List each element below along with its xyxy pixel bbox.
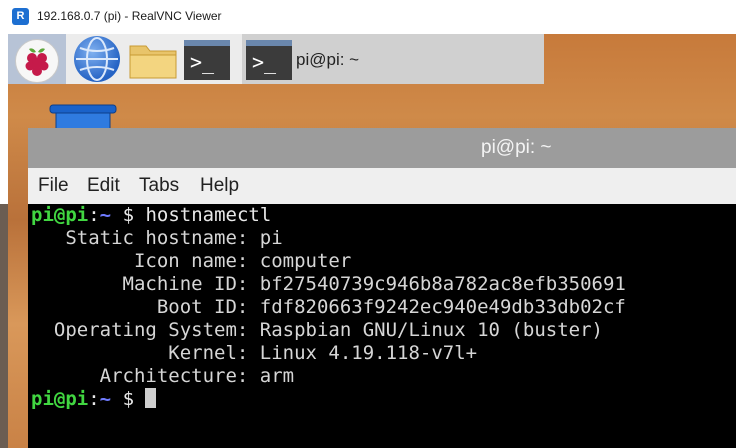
output-line: Static hostname: pi (31, 227, 283, 249)
realvnc-icon: R (12, 8, 29, 25)
applications-menu-button[interactable] (8, 34, 66, 84)
output-line: Boot ID: fdf820663f9242ec940e49db33db02c… (31, 296, 626, 318)
terminal-window: pi@pi: ~ File Edit Tabs Help pi@pi:~ $ h… (28, 128, 736, 448)
toolbar-hotspot[interactable] (370, 0, 666, 35)
output-line: Machine ID: bf27540739c946b8a782ac8efb35… (31, 273, 626, 295)
terminal-icon: >_ (246, 40, 292, 80)
output-line: Operating System: Raspbian GNU/Linux 10 … (31, 319, 603, 341)
output-line: Architecture: arm (31, 365, 295, 387)
output-line: Icon name: computer (31, 250, 352, 272)
command-line: pi@pi:~ $ hostnamectl (31, 204, 272, 226)
text-cursor (145, 388, 157, 408)
trash-icon[interactable] (48, 103, 118, 132)
menu-file[interactable]: File (38, 175, 69, 197)
file-manager-icon[interactable] (128, 42, 178, 80)
taskbar-terminal-task[interactable]: >_ (242, 34, 544, 84)
host-desktop-strip (0, 34, 8, 448)
terminal-titlebar[interactable]: pi@pi: ~ (28, 128, 736, 168)
raspberry-pi-icon (15, 39, 59, 83)
web-browser-icon[interactable] (74, 36, 120, 82)
taskbar: >_ >_ pi@pi: ~ (8, 34, 544, 84)
window-title: 192.168.0.7 (pi) - RealVNC Viewer (37, 9, 222, 23)
menu-help[interactable]: Help (200, 175, 239, 197)
output-line: Kernel: Linux 4.19.118-v7l+ (31, 342, 478, 364)
menu-tabs[interactable]: Tabs (139, 175, 179, 197)
menu-edit[interactable]: Edit (87, 175, 120, 197)
taskbar-task-label: pi@pi: ~ (296, 50, 360, 69)
terminal-title: pi@pi: ~ (481, 137, 552, 158)
vnc-titlebar: R 192.168.0.7 (pi) - RealVNC Viewer (0, 0, 736, 35)
terminal-output[interactable]: pi@pi:~ $ hostnamectl Static hostname: p… (28, 204, 736, 448)
prompt-line: pi@pi:~ $ (31, 388, 157, 411)
terminal-menubar: File Edit Tabs Help (28, 168, 736, 204)
terminal-icon[interactable]: >_ (184, 40, 230, 80)
